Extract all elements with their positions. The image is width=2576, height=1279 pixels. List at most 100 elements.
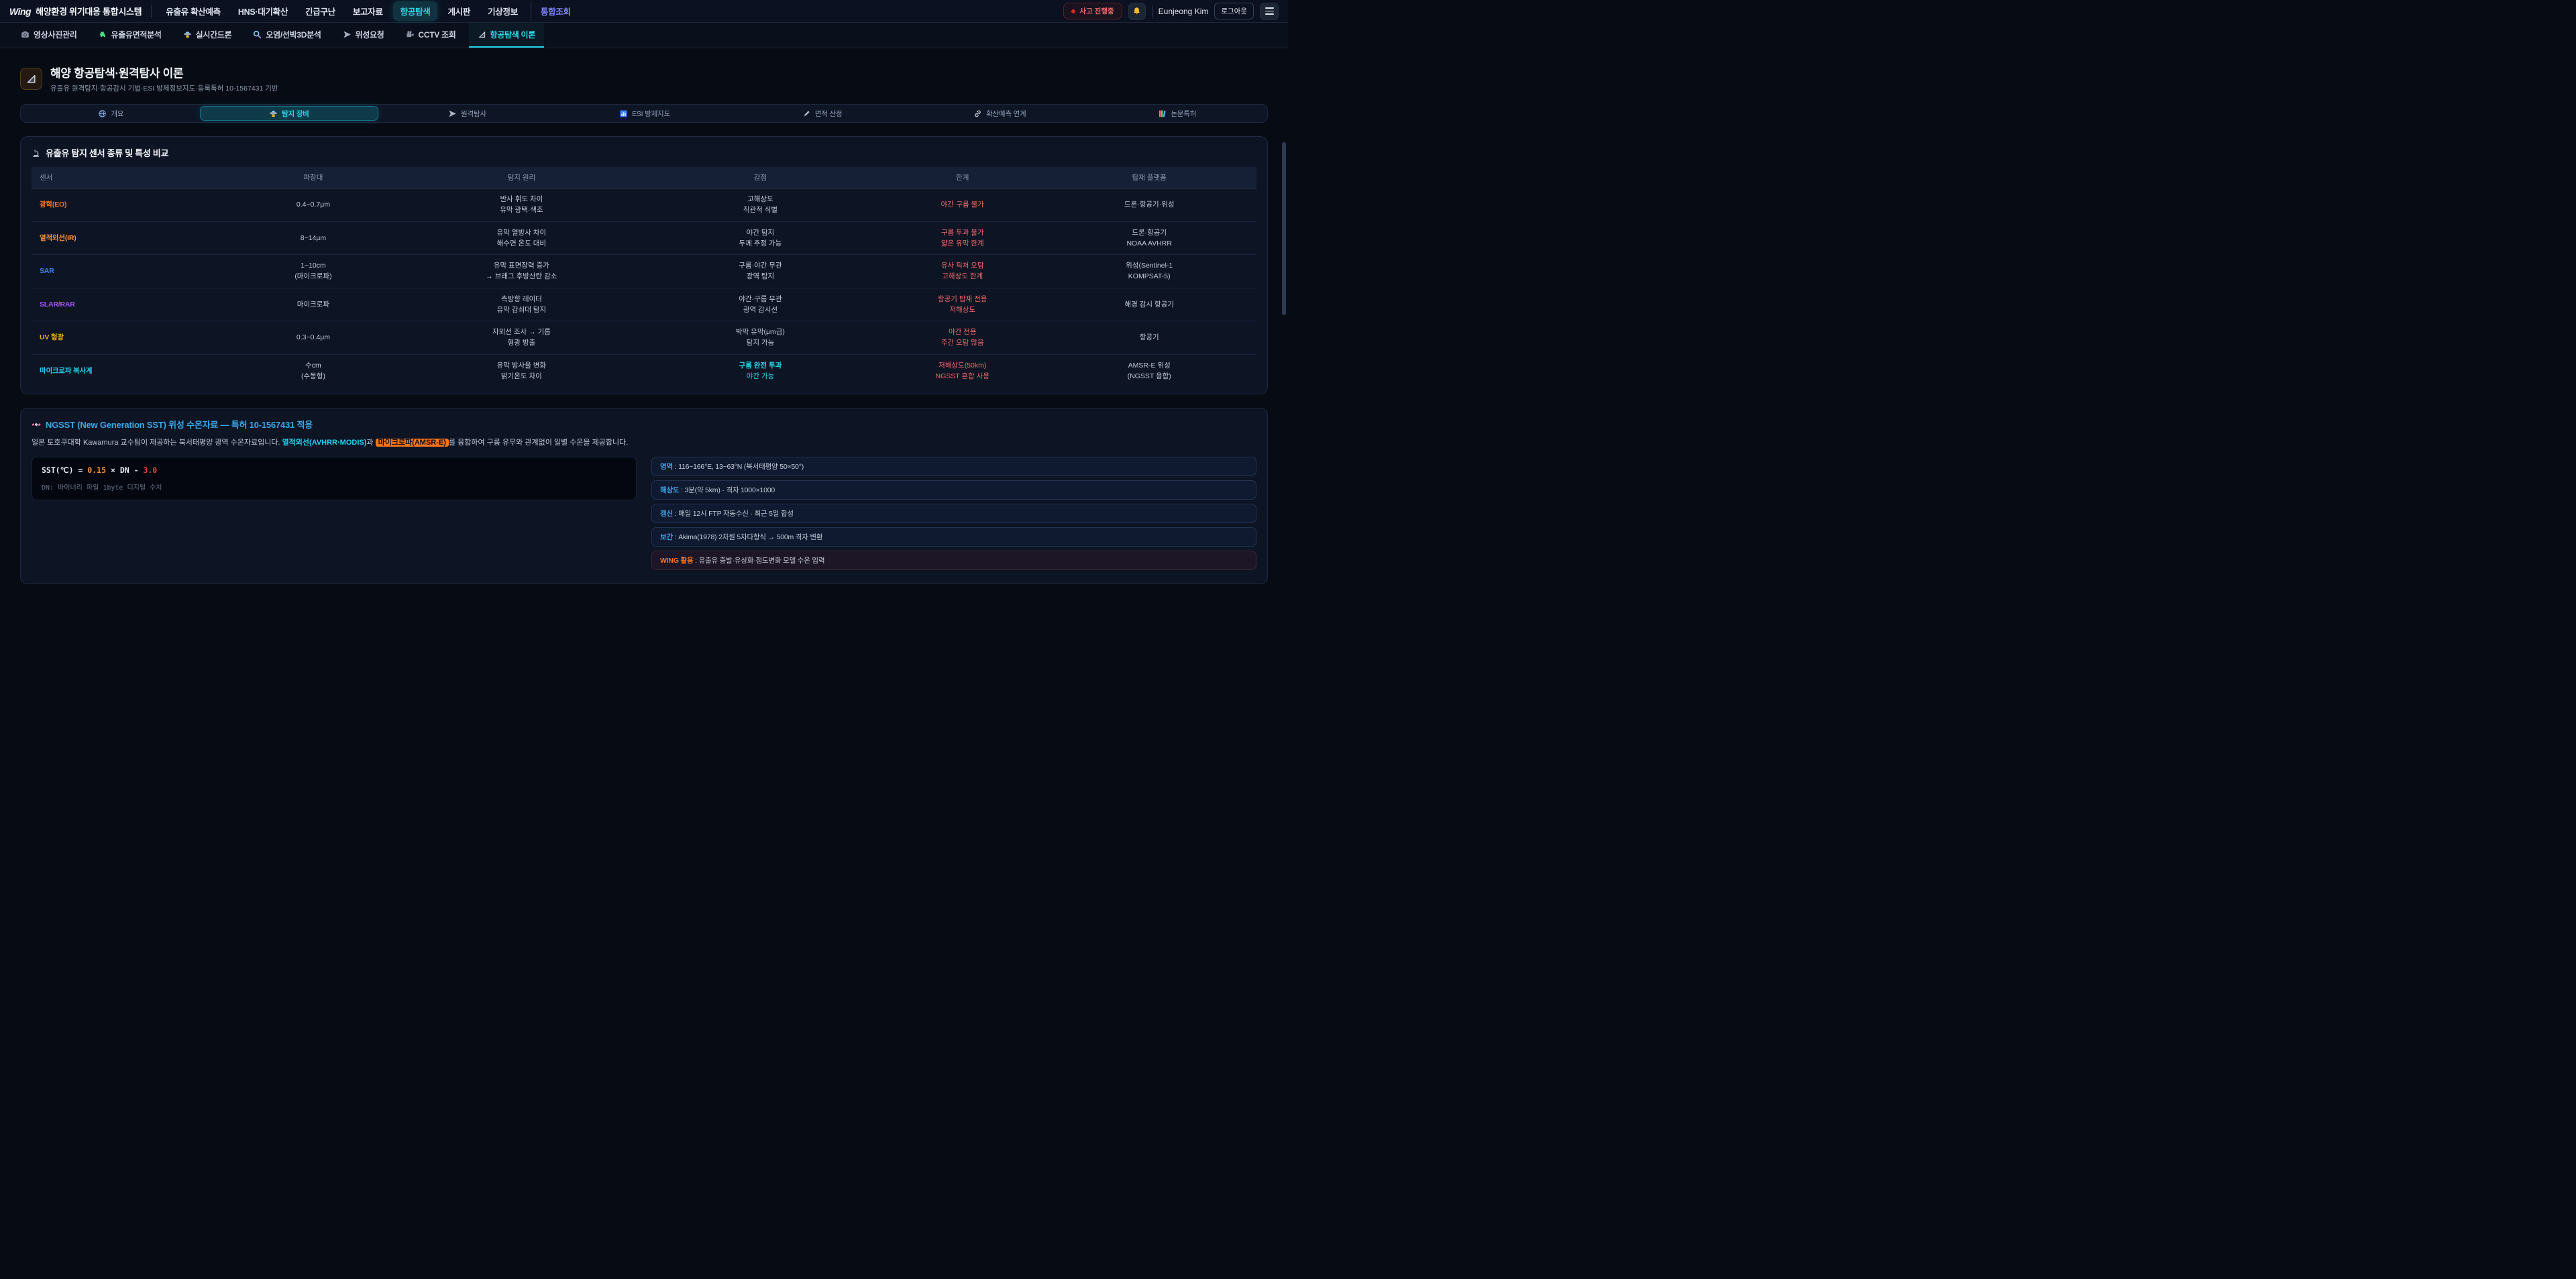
nav-item[interactable]: HNS·대기확산 bbox=[231, 1, 295, 21]
user-name: Eunjeong Kim bbox=[1159, 7, 1209, 16]
cell-line: 드론·항공기·위성 bbox=[1046, 199, 1252, 210]
desc-highlight-ir: 열적외선(AVHRR·MODIS) bbox=[282, 439, 367, 447]
desc-pre: 일본 토호쿠대학 Kawamura 교수팀이 제공하는 북서태평양 광역 수온자… bbox=[32, 439, 282, 447]
page-title-group: 해양 항공탐색·원격탐사 이론 유출유 원격탐지·항공감시 기법·ESI 방제정… bbox=[50, 64, 278, 93]
cell-line: 0.4~0.7μm bbox=[225, 199, 401, 210]
page-subtitle: 유출유 원격탐지·항공감시 기법·ESI 방제정보지도·등록특허 10-1567… bbox=[50, 83, 278, 93]
section-tab[interactable]: 탐지 장비 bbox=[200, 106, 379, 121]
cell-line: 구름 완전 투과 bbox=[642, 360, 879, 371]
cell-line: 저해상도(50km) bbox=[887, 360, 1038, 371]
camera-icon bbox=[21, 30, 30, 39]
spec-label: 영역 bbox=[660, 463, 673, 471]
column-header: 한계 bbox=[883, 167, 1042, 188]
spec-label: 해상도 bbox=[660, 486, 679, 494]
sub-tab[interactable]: 항공탐색 이론 bbox=[469, 23, 544, 48]
cell-line: 야간 탐지 bbox=[642, 227, 879, 238]
cell-line: 야간 가능 bbox=[642, 371, 879, 382]
cell-line: 밝기온도 차이 bbox=[409, 371, 634, 382]
desc-mid: 과 bbox=[366, 439, 375, 447]
cell-platform: 드론·항공기NOAA AVHRR bbox=[1042, 221, 1256, 255]
section-tab[interactable]: 개요 bbox=[22, 106, 200, 121]
cell-principle: 반사 휘도 차이유막 광택·색조 bbox=[405, 188, 638, 222]
books-icon bbox=[1158, 109, 1167, 118]
scrollbar-thumb[interactable] bbox=[1282, 142, 1286, 315]
sensor-table-header-row: 센서파장대탐지 원리강점한계탑재 플랫폼 bbox=[32, 167, 1256, 188]
sub-tab[interactable]: 영상사진관리 bbox=[12, 23, 85, 48]
cell-line: 두께 추정 가능 bbox=[642, 238, 879, 249]
globe-icon bbox=[98, 109, 107, 118]
table-row: 마이크로파 복사계수cm(수동형) 유막 방사율 변화밝기온도 차이 구름 완전 투… bbox=[32, 354, 1256, 387]
section-tab[interactable]: 확산예측 연계 bbox=[911, 106, 1089, 121]
sensor-table-title-row: 유출유 탐지 센서 종류 및 특성 비교 bbox=[32, 146, 1256, 159]
column-header: 센서 bbox=[32, 167, 221, 188]
nav-item[interactable]: 게시판 bbox=[440, 1, 478, 21]
cell-line: 위성(Sentinel-1 bbox=[1046, 260, 1252, 271]
satellite-icon bbox=[32, 420, 41, 429]
spec-label: 보간 bbox=[660, 533, 673, 541]
spec-item: 갱신 : 매일 12시 FTP 자동수신 · 최근 5일 합성 bbox=[651, 504, 1256, 523]
section-tab[interactable]: 논문특허 bbox=[1088, 106, 1266, 121]
sst-formula-block: SST(℃) = 0.15 × DN - 3.0 DN: 바이너리 파일 1by… bbox=[32, 457, 637, 500]
section-tab-bar: 개요 탐지 장비원격탐사ESI 방제지도면적 산정확산예측 연계논문특허 bbox=[20, 104, 1268, 123]
cell-strengths: 야간·구름 무관광역 감시선 bbox=[638, 288, 883, 321]
cell-line: 반사 휘도 차이 bbox=[409, 194, 634, 205]
sensor-name: UV 형광 bbox=[32, 321, 221, 355]
sub-tab[interactable]: 유출유면적분석 bbox=[89, 23, 170, 48]
sub-tab[interactable]: CCTV 조회 bbox=[397, 23, 465, 48]
sub-tab-label: 위성요청 bbox=[356, 29, 384, 40]
cell-line: 탐지 가능 bbox=[642, 337, 879, 348]
cell-line: 항공기 bbox=[1046, 332, 1252, 343]
section-tab-label: 개요 bbox=[111, 109, 123, 119]
formula-offset: 3.0 bbox=[143, 465, 157, 475]
sub-tab-label: 실시간드론 bbox=[196, 29, 232, 40]
nav-item[interactable]: 통합조회 bbox=[531, 1, 578, 21]
formula-coefficient: 0.15 bbox=[87, 465, 106, 475]
cell-wavelength: 1~10cm(마이크로파) bbox=[221, 255, 405, 288]
nav-item[interactable]: 기상정보 bbox=[480, 1, 525, 21]
table-row: 열적외선(IR)8~14μm유막 열방사 차이해수면 온도 대비야간 탐지두께 … bbox=[32, 221, 1256, 255]
cell-line: 주간 오탐 많음 bbox=[887, 337, 1038, 348]
chart-icon bbox=[619, 109, 628, 118]
sensor-name: 마이크로파 복사계 bbox=[32, 354, 221, 387]
spec-text: 3분(약 5km) · 격자 1000×1000 bbox=[685, 486, 775, 494]
page-scrollbar[interactable] bbox=[1280, 0, 1288, 639]
section-tab[interactable]: ESI 방제지도 bbox=[556, 106, 734, 121]
nav-item[interactable]: 항공탐색 bbox=[393, 1, 438, 21]
sensor-name: 광학(EO) bbox=[32, 188, 221, 222]
section-tab[interactable]: 원격탐사 bbox=[378, 106, 556, 121]
cell-line: 광역 탐지 bbox=[642, 271, 879, 282]
nav-item[interactable]: 보고자료 bbox=[345, 1, 390, 21]
link-icon bbox=[973, 109, 982, 118]
cell-line: 유막 방사율 변화 bbox=[409, 360, 634, 371]
sub-tab[interactable]: 실시간드론 bbox=[174, 23, 241, 48]
cell-wavelength: 수cm(수동형) bbox=[221, 354, 405, 387]
section-tab[interactable]: 면적 산정 bbox=[733, 106, 911, 121]
cell-wavelength: 0.4~0.7μm bbox=[221, 188, 405, 222]
sensor-name: 열적외선(IR) bbox=[32, 221, 221, 255]
triangle-ruler-icon bbox=[478, 30, 486, 39]
sub-tab-label: 영상사진관리 bbox=[34, 29, 76, 40]
cell-line: 드론·항공기 bbox=[1046, 227, 1252, 238]
sub-tab[interactable]: 위성요청 bbox=[334, 23, 393, 48]
cell-limits: 저해상도(50km)NGSST 혼합 사용 bbox=[883, 354, 1042, 387]
cell-line: 직관적 식별 bbox=[642, 205, 879, 215]
cell-line: (수동형) bbox=[225, 371, 401, 382]
brand: Wing 해양환경 위기대응 통합시스템 bbox=[9, 5, 152, 17]
cell-line: 광역 감시선 bbox=[642, 304, 879, 315]
nav-item[interactable]: 긴급구난 bbox=[298, 1, 343, 21]
notifications-button[interactable] bbox=[1128, 3, 1146, 20]
cell-line: NOAA AVHRR bbox=[1046, 238, 1252, 249]
nav-item[interactable]: 유출유 확산예측 bbox=[158, 1, 228, 21]
hamburger-menu-button[interactable] bbox=[1260, 3, 1279, 20]
sub-tab[interactable]: 오염/선박3D분석 bbox=[244, 23, 329, 48]
incident-status-label: 사고 진행중 bbox=[1079, 6, 1114, 16]
cell-line: 8~14μm bbox=[225, 233, 401, 243]
cell-line: 야간·구름 무관 bbox=[642, 294, 879, 304]
cell-line: 구름·야간 무관 bbox=[642, 260, 879, 271]
cell-line: → 브래그 후방산란 감소 bbox=[409, 271, 634, 282]
logout-button[interactable]: 로그아웃 bbox=[1214, 3, 1254, 19]
cell-limits: 항공기 탑재 전용저해상도 bbox=[883, 288, 1042, 321]
nav-items: 유출유 확산예측HNS·대기확산긴급구난보고자료항공탐색게시판기상정보 통합조회 bbox=[158, 1, 578, 21]
sub-tab-bar: 영상사진관리 유출유면적분석 실시간드론 오염/선박3D분석 위성요청 CCTV 조회항공… bbox=[0, 23, 1288, 48]
ngsst-description: 일본 토호쿠대학 Kawamura 교수팀이 제공하는 북서태평양 광역 수온자… bbox=[32, 437, 1256, 449]
